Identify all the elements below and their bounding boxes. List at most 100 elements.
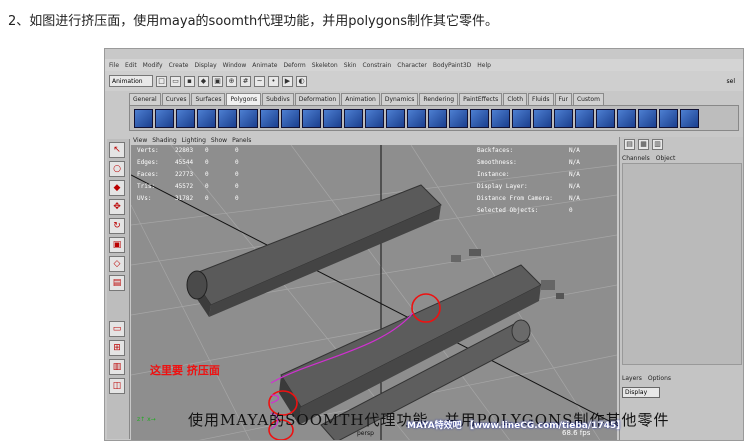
channel-box-area[interactable] bbox=[622, 163, 742, 365]
render-icon[interactable]: ▶ bbox=[282, 75, 293, 87]
paint-select-icon[interactable]: ◆ bbox=[109, 180, 125, 196]
polygon-tool-icon[interactable] bbox=[176, 108, 195, 128]
menu-item-skin[interactable]: Skin bbox=[344, 62, 357, 69]
polygon-tool-icon[interactable] bbox=[134, 108, 153, 128]
menu-item-window[interactable]: Window bbox=[223, 62, 247, 69]
select-tool-icon[interactable]: ↖ bbox=[109, 142, 125, 158]
open-scene-icon[interactable]: ▭ bbox=[170, 75, 181, 87]
shelf-tab-curves[interactable]: Curves bbox=[161, 93, 191, 105]
tool-settings-icon[interactable]: ▥ bbox=[652, 139, 663, 150]
shelf-tab-subdivs[interactable]: Subdivs bbox=[262, 93, 294, 105]
shelf-tab-dynamics[interactable]: Dynamics bbox=[380, 93, 419, 105]
shelf-tab-animation[interactable]: Animation bbox=[341, 93, 380, 105]
manipulator-icon[interactable]: ◇ bbox=[109, 256, 125, 272]
polygon-tool-icon[interactable] bbox=[386, 108, 405, 128]
layout-single-icon[interactable]: ▭ bbox=[109, 321, 125, 337]
shelf-tab-custom[interactable]: Custom bbox=[572, 93, 604, 105]
polygon-tool-icon[interactable] bbox=[239, 108, 258, 128]
polygon-tool-icon[interactable] bbox=[470, 108, 489, 128]
attribute-editor-icon[interactable]: ▦ bbox=[638, 139, 649, 150]
polygon-tool-icon[interactable] bbox=[365, 108, 384, 128]
menu-item-create[interactable]: Create bbox=[169, 62, 189, 69]
polygon-tool-icon[interactable] bbox=[575, 108, 594, 128]
menu-item-edit[interactable]: Edit bbox=[125, 62, 137, 69]
polygon-tool-icon[interactable] bbox=[428, 108, 447, 128]
panel-menu-panels[interactable]: Panels bbox=[232, 137, 251, 144]
hud-row: Smoothness: N/A bbox=[477, 157, 580, 169]
menu-item-deform[interactable]: Deform bbox=[283, 62, 305, 69]
menu-item-help[interactable]: Help bbox=[477, 62, 491, 69]
channels-menu[interactable]: Channels bbox=[622, 155, 650, 162]
polygon-tool-icon[interactable] bbox=[596, 108, 615, 128]
polygon-tool-icon[interactable] bbox=[407, 108, 426, 128]
menu-item-skeleton[interactable]: Skeleton bbox=[312, 62, 338, 69]
shelf-tab-fur[interactable]: Fur bbox=[554, 93, 572, 105]
last-tool-icon[interactable]: ▤ bbox=[109, 275, 125, 291]
hud-value: Faces: bbox=[137, 171, 159, 178]
polygon-tool-icon[interactable] bbox=[302, 108, 321, 128]
menu-item-bodypaint3d[interactable]: BodyPaint3D bbox=[433, 62, 471, 69]
panel-menu-shading[interactable]: Shading bbox=[152, 137, 176, 144]
menu-item-constrain[interactable]: Constrain bbox=[362, 62, 391, 69]
layout-persp-icon[interactable]: ◫ bbox=[109, 378, 125, 394]
new-scene-icon[interactable]: □ bbox=[156, 75, 167, 87]
layers-label[interactable]: Layers bbox=[622, 375, 642, 382]
menu-item-file[interactable]: File bbox=[109, 62, 119, 69]
polygon-tool-icon[interactable] bbox=[155, 108, 174, 128]
polygon-tool-icon[interactable] bbox=[638, 108, 657, 128]
panel-menu-show[interactable]: Show bbox=[211, 137, 227, 144]
polygon-tool-icon[interactable] bbox=[680, 108, 699, 128]
shelf-tab-fluids[interactable]: Fluids bbox=[528, 93, 554, 105]
options-label[interactable]: Options bbox=[648, 375, 671, 382]
shelf-tab-cloth[interactable]: Cloth bbox=[503, 93, 527, 105]
snap-curve-icon[interactable]: ~ bbox=[254, 75, 265, 87]
layout-two-icon[interactable]: ▥ bbox=[109, 359, 125, 375]
select-hierarchy-icon[interactable]: ◆ bbox=[198, 75, 209, 87]
menu-item-modify[interactable]: Modify bbox=[143, 62, 163, 69]
menu-item-animate[interactable]: Animate bbox=[252, 62, 277, 69]
shelf-tab-rendering[interactable]: Rendering bbox=[419, 93, 459, 105]
channel-box-icon[interactable]: ▤ bbox=[624, 139, 635, 150]
polygon-tool-icon[interactable] bbox=[554, 108, 573, 128]
polygon-tool-icon[interactable] bbox=[344, 108, 363, 128]
shelf-tab-painteffects[interactable]: PaintEffects bbox=[459, 93, 503, 105]
hud-row: Selected Objects: 0 bbox=[477, 205, 580, 217]
polygon-tool-icon[interactable] bbox=[260, 108, 279, 128]
polygon-tool-icon[interactable] bbox=[617, 108, 636, 128]
polygon-tool-icon[interactable] bbox=[449, 108, 468, 128]
shelf-tab-deformation[interactable]: Deformation bbox=[294, 93, 341, 105]
polygon-tool-icon[interactable] bbox=[659, 108, 678, 128]
move-tool-icon[interactable]: ✥ bbox=[109, 199, 125, 215]
ipr-render-icon[interactable]: ◐ bbox=[296, 75, 307, 87]
layout-four-icon[interactable]: ⊞ bbox=[109, 340, 125, 356]
hud-value: 31782 bbox=[175, 195, 194, 202]
snap-point-icon[interactable]: • bbox=[268, 75, 279, 87]
menu-item-character[interactable]: Character bbox=[397, 62, 427, 69]
polygon-tool-icon[interactable] bbox=[533, 108, 552, 128]
rotate-tool-icon[interactable]: ↻ bbox=[109, 218, 125, 234]
hud-value: 45544 bbox=[175, 159, 194, 166]
perspective-viewport[interactable]: Verts: 22803 0 0 Edges: 45544 0 0 Faces: 22773 0 0 T… bbox=[131, 145, 617, 440]
polygon-tool-icon[interactable] bbox=[197, 108, 216, 128]
save-scene-icon[interactable]: ▪ bbox=[184, 75, 195, 87]
select-object-icon[interactable]: ▣ bbox=[212, 75, 223, 87]
shelf-tab-polygons[interactable]: Polygons bbox=[226, 93, 262, 105]
panel-menu-lighting[interactable]: Lighting bbox=[182, 137, 206, 144]
lasso-tool-icon[interactable]: ○ bbox=[109, 161, 125, 177]
object-menu[interactable]: Object bbox=[656, 155, 676, 162]
shelf-tab-surfaces[interactable]: Surfaces bbox=[191, 93, 226, 105]
polygon-tool-icon[interactable] bbox=[281, 108, 300, 128]
polygon-tool-icon[interactable] bbox=[491, 108, 510, 128]
polygon-tool-icon[interactable] bbox=[323, 108, 342, 128]
shelf-tab-general[interactable]: General bbox=[129, 93, 161, 105]
select-component-icon[interactable]: ⊕ bbox=[226, 75, 237, 87]
panel-menu-view[interactable]: View bbox=[133, 137, 147, 144]
mode-select[interactable]: Animation bbox=[109, 75, 153, 87]
polygon-tool-icon[interactable] bbox=[218, 108, 237, 128]
menu-item-display[interactable]: Display bbox=[195, 62, 217, 69]
hud-value: N/A bbox=[569, 159, 580, 166]
scale-tool-icon[interactable]: ▣ bbox=[109, 237, 125, 253]
snap-grid-icon[interactable]: # bbox=[240, 75, 251, 87]
polygon-tool-icon[interactable] bbox=[512, 108, 531, 128]
display-layer-select[interactable]: Display bbox=[622, 387, 660, 398]
